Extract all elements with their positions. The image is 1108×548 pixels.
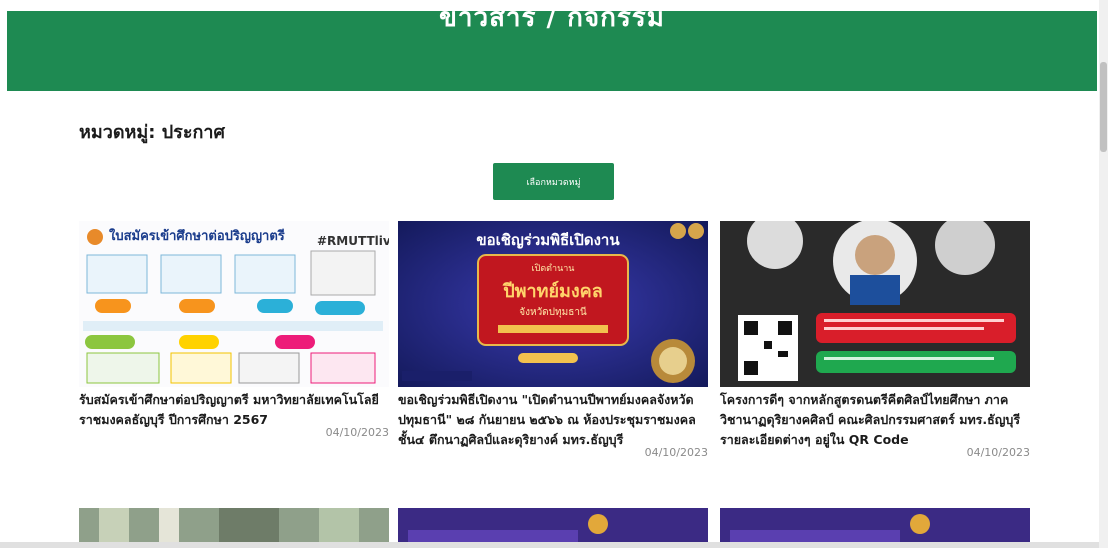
horizontal-scrollbar[interactable]: [0, 542, 1099, 548]
post-caption[interactable]: รับสมัครเข้าศึกษาต่อปริญญาตรี มหาวิทยาลั…: [79, 390, 389, 430]
category-title: หมวดหมู่: ประกาศ: [79, 122, 225, 143]
thumb-sub: เปิดตำนาน: [532, 263, 575, 274]
page-header-banner: ข่าวสาร / กิจกรรม: [7, 3, 1097, 91]
thumb-sub2: จังหวัดปทุมธานี: [519, 306, 587, 318]
select-category-button[interactable]: เลือกหมวดหมู่: [493, 163, 614, 200]
post-card[interactable]: ขอเชิญร่วมพิธีเปิดงาน เปิดตำนาน ปีพาทย์ม…: [398, 221, 708, 459]
thumb-heading: ใบสมัครเข้าศึกษาต่อปริญญาตรี: [109, 227, 285, 244]
post-thumbnail[interactable]: [720, 221, 1030, 387]
vertical-scrollbar[interactable]: [1099, 0, 1108, 548]
post-thumbnail[interactable]: ขอเชิญร่วมพิธีเปิดงาน เปิดตำนาน ปีพาทย์ม…: [398, 221, 708, 387]
post-card[interactable]: ใบสมัครเข้าศึกษาต่อปริญญาตรี #RMUTTlive …: [79, 221, 389, 439]
post-caption[interactable]: ขอเชิญร่วมพิธีเปิดงาน "เปิดตำนานปีพาทย์ม…: [398, 390, 708, 450]
thumb-tag: #RMUTTlive 67: [317, 234, 389, 248]
post-caption[interactable]: โครงการดีๆ จากหลักสูตรดนตรีคีตศิลป์ไทยศึ…: [720, 390, 1030, 450]
scrollbar-thumb[interactable]: [1100, 62, 1107, 152]
post-card[interactable]: โครงการดีๆ จากหลักสูตรดนตรีคีตศิลป์ไทยศึ…: [720, 221, 1030, 459]
header-title: ข่าวสาร / กิจกรรม: [439, 3, 665, 33]
thumb-heading: ขอเชิญร่วมพิธีเปิดงาน: [476, 231, 620, 249]
thumb-main: ปีพาทย์มงคล: [502, 280, 603, 302]
post-thumbnail[interactable]: ใบสมัครเข้าศึกษาต่อปริญญาตรี #RMUTTlive …: [79, 221, 389, 387]
